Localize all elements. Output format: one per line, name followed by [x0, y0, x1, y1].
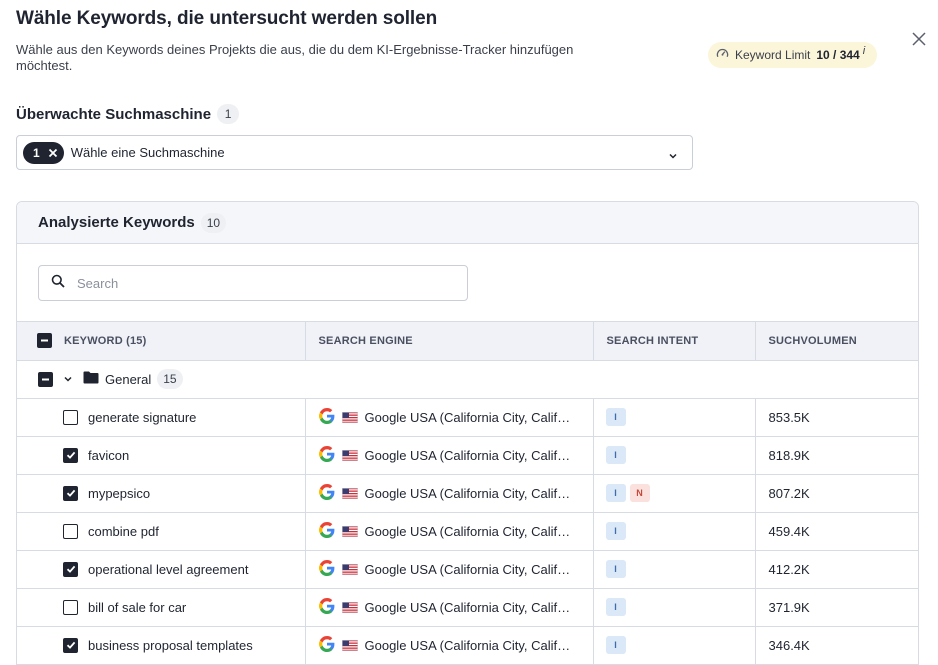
- group-count: 15: [157, 369, 183, 389]
- search-engine-text: Google USA (California City, California): [364, 561, 577, 577]
- keyword-text: business proposal templates: [88, 637, 253, 653]
- dialog-title: Wähle Keywords, die untersucht werden so…: [16, 8, 438, 29]
- table-row[interactable]: bill of sale for car Google USA (Califor…: [17, 588, 918, 627]
- table-row[interactable]: mypepsico Google USA (California City, C…: [17, 474, 918, 513]
- group-row[interactable]: General 15: [17, 360, 918, 399]
- panel-title: Analysierte Keywords: [38, 214, 195, 231]
- panel-header: Analysierte Keywords 10: [17, 202, 918, 244]
- gauge-icon: [716, 47, 729, 63]
- search-engine-text: Google USA (California City, California): [364, 637, 577, 653]
- google-icon: [318, 445, 335, 465]
- keyword-text: bill of sale for car: [88, 599, 187, 615]
- search-volume: 412.2K: [755, 550, 918, 589]
- row-checkbox[interactable]: [63, 447, 78, 463]
- keyword-text: favicon: [88, 447, 130, 463]
- row-checkbox[interactable]: [63, 485, 78, 501]
- search-engine-text: Google USA (California City, California): [364, 485, 577, 501]
- google-icon: [318, 407, 335, 427]
- keyword-text: mypepsico: [88, 485, 151, 501]
- dialog-subtitle: Wähle aus den Keywords deines Projekts d…: [16, 42, 574, 73]
- intent-badge: I: [605, 560, 626, 578]
- search-input[interactable]: [77, 275, 437, 291]
- keyword-text: combine pdf: [88, 523, 159, 539]
- us-flag-icon: [341, 525, 358, 537]
- keyword-text: generate signature: [88, 409, 197, 425]
- search-engine-text: Google USA (California City, California): [364, 523, 577, 539]
- google-icon: [318, 559, 335, 579]
- search-engine-label: Überwachte Suchmaschine: [16, 105, 212, 123]
- search-engine-text: Google USA (California City, California): [364, 409, 577, 425]
- table-row[interactable]: operational level agreement Google USA (…: [17, 550, 918, 589]
- chevron-down-icon: [668, 148, 678, 166]
- column-keyword[interactable]: KEYWORD (15): [17, 322, 306, 361]
- row-checkbox[interactable]: [63, 637, 78, 653]
- intent-badge: I: [605, 598, 626, 616]
- google-icon: [318, 521, 335, 541]
- intent-badge: I: [605, 446, 626, 464]
- us-flag-icon: [341, 411, 358, 423]
- search-engine-text: Google USA (California City, California): [364, 599, 577, 615]
- folder-icon: [83, 371, 99, 387]
- search-engine-section-label: Überwachte Suchmaschine 1: [16, 104, 240, 124]
- row-checkbox[interactable]: [63, 409, 78, 425]
- intent-badge: N: [629, 484, 650, 502]
- search-engine-placeholder: Wähle eine Suchmaschine: [70, 145, 225, 160]
- clear-selection-icon[interactable]: [48, 148, 58, 158]
- column-search-volume[interactable]: SUCHVOLUMEN: [755, 322, 918, 361]
- table-row[interactable]: favicon Google USA (California City, Cal…: [17, 436, 918, 475]
- intent-badge: I: [605, 484, 626, 502]
- keyword-limit-label: Keyword Limit: [735, 48, 811, 62]
- selected-count-chip: 1: [23, 141, 64, 164]
- selected-count: 1: [33, 145, 40, 160]
- search-box: [38, 265, 468, 301]
- us-flag-icon: [341, 601, 358, 613]
- row-checkbox[interactable]: [63, 523, 78, 539]
- panel-count: 10: [200, 212, 227, 233]
- column-search-intent[interactable]: SEARCH INTENT: [593, 322, 756, 361]
- search-volume: 371.9K: [755, 588, 918, 627]
- google-icon: [318, 635, 335, 655]
- keywords-table: KEYWORD (15) SEARCH ENGINE SEARCH INTENT…: [17, 322, 918, 665]
- row-checkbox[interactable]: [63, 561, 78, 577]
- search-area: [17, 244, 918, 322]
- group-checkbox[interactable]: [38, 371, 53, 387]
- column-keyword-label: KEYWORD (15): [64, 334, 147, 347]
- keyword-limit-badge: Keyword Limit 10 / 344 i: [708, 42, 878, 68]
- row-checkbox[interactable]: [63, 599, 78, 615]
- keyword-text: operational level agreement: [88, 561, 249, 577]
- search-engine-count: 1: [217, 104, 240, 124]
- search-icon: [51, 274, 65, 293]
- intent-badge: I: [605, 636, 626, 654]
- table-row[interactable]: combine pdf Google USA (California City,…: [17, 512, 918, 551]
- search-engine-text: Google USA (California City, California): [364, 447, 577, 463]
- search-volume: 818.9K: [755, 436, 918, 475]
- chevron-down-icon[interactable]: [63, 372, 73, 387]
- table-row[interactable]: business proposal templates Google USA (…: [17, 626, 918, 665]
- search-volume: 807.2K: [755, 474, 918, 513]
- google-icon: [318, 597, 335, 617]
- search-volume: 346.4K: [755, 626, 918, 665]
- info-icon[interactable]: i: [863, 45, 865, 57]
- search-engine-select[interactable]: 1 Wähle eine Suchmaschine: [16, 135, 693, 170]
- select-all-checkbox[interactable]: [37, 333, 52, 349]
- search-volume: 853.5K: [755, 398, 918, 437]
- intent-badge: I: [605, 408, 626, 426]
- us-flag-icon: [341, 639, 358, 651]
- keyword-limit-value: 10 / 344: [816, 48, 860, 62]
- google-icon: [318, 483, 335, 503]
- analyzed-keywords-panel: Analysierte Keywords 10 KEYWORD (15): [16, 201, 919, 665]
- us-flag-icon: [341, 487, 358, 499]
- column-search-engine[interactable]: SEARCH ENGINE: [305, 322, 594, 361]
- close-icon[interactable]: [908, 28, 930, 50]
- table-row[interactable]: generate signature Google USA (Californi…: [17, 398, 918, 437]
- intent-badge: I: [605, 522, 626, 540]
- search-volume: 459.4K: [755, 512, 918, 551]
- us-flag-icon: [341, 563, 358, 575]
- us-flag-icon: [341, 449, 358, 461]
- group-name: General: [105, 371, 152, 387]
